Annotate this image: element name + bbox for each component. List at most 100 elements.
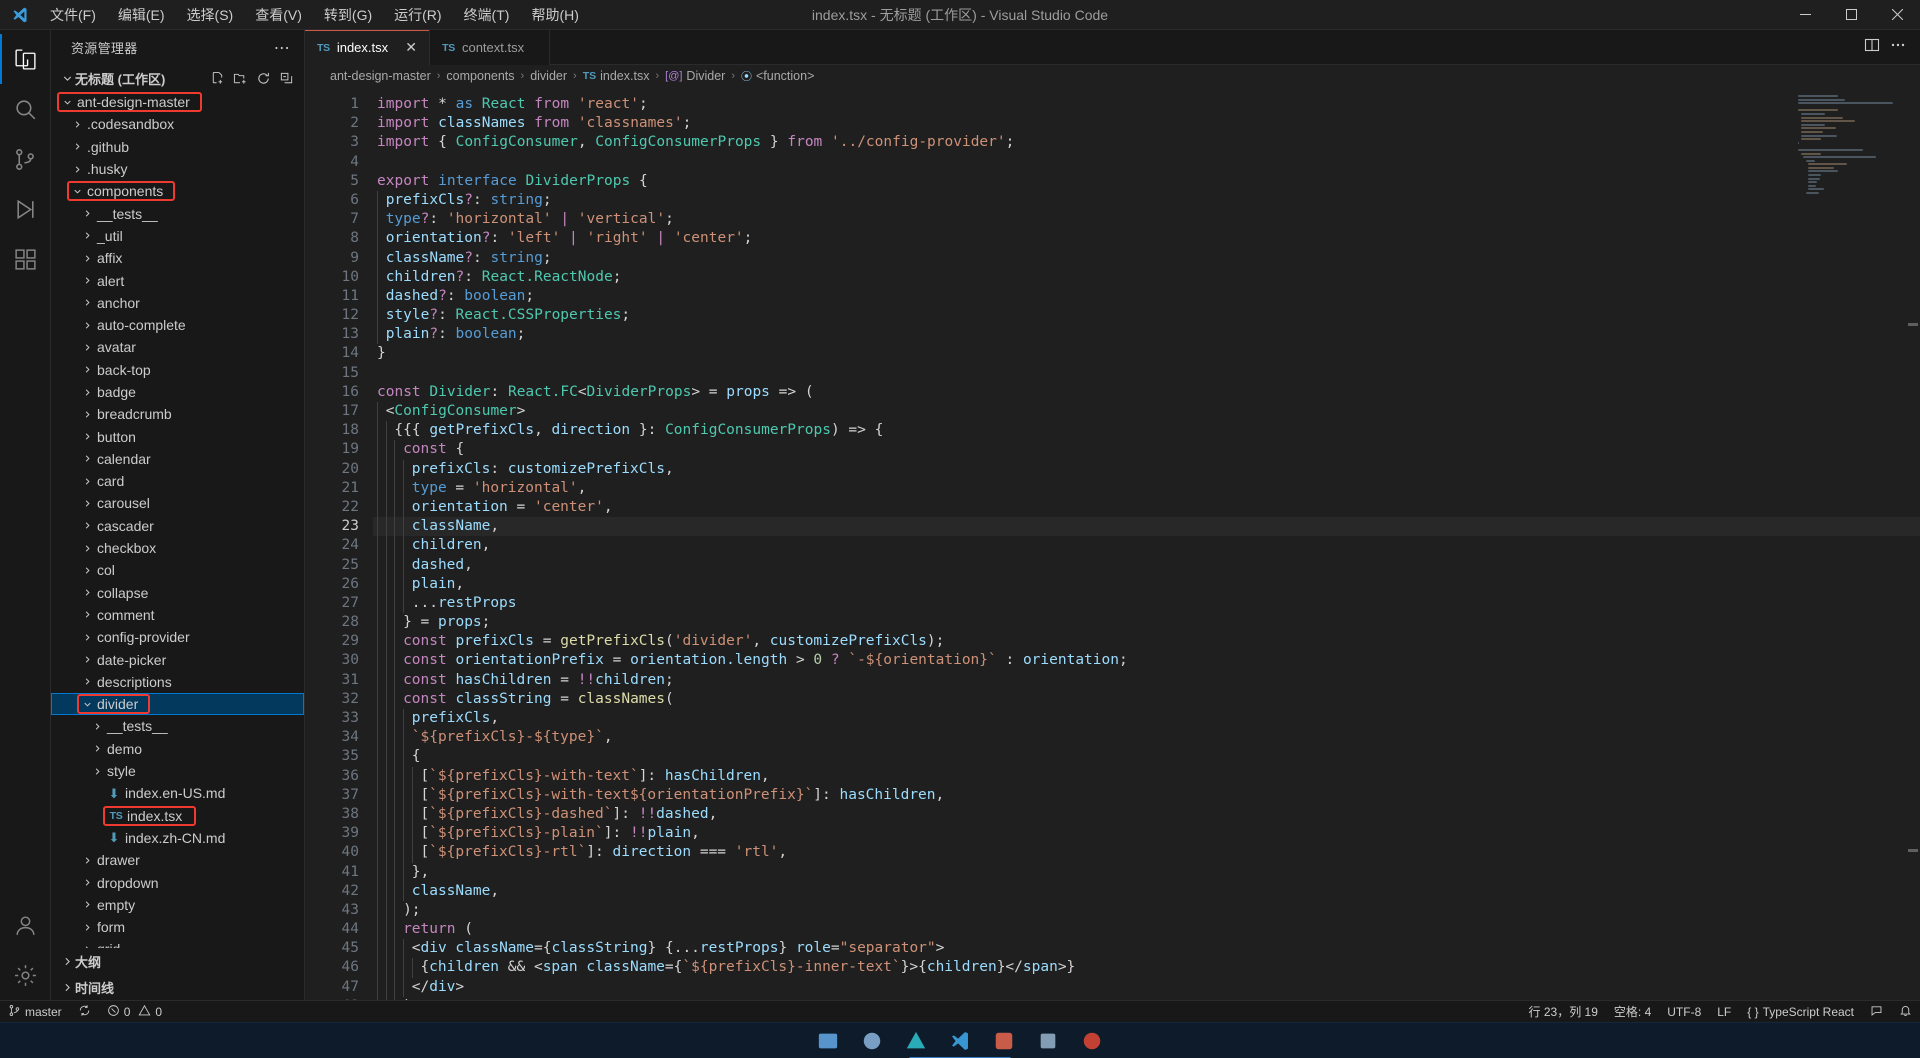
- chevron-right-icon[interactable]: [79, 632, 95, 643]
- breadcrumb-item-symbol-divider[interactable]: [@] Divider: [665, 69, 725, 83]
- tree-item-collapse[interactable]: collapse: [51, 582, 304, 604]
- chevron-right-icon[interactable]: [69, 141, 85, 152]
- tree-item--util[interactable]: _util: [51, 225, 304, 247]
- settings-gear-icon[interactable]: [0, 950, 51, 1000]
- menu-selection[interactable]: 选择(S): [177, 1, 244, 29]
- taskbar-app-icon[interactable]: [905, 1030, 927, 1052]
- code-line[interactable]: const orientationPrefix = orientation.le…: [373, 651, 1920, 670]
- minimize-button[interactable]: [1782, 0, 1828, 30]
- chevron-right-icon[interactable]: [79, 387, 95, 398]
- chevron-right-icon[interactable]: [79, 230, 95, 241]
- chevron-right-icon[interactable]: [79, 208, 95, 219]
- code-line[interactable]: [373, 153, 1920, 172]
- code-line[interactable]: plain?: boolean;: [373, 325, 1920, 344]
- code-line[interactable]: children?: React.ReactNode;: [373, 268, 1920, 287]
- tree-item-index-zh-cn-md[interactable]: ⬇index.zh-CN.md: [51, 827, 304, 849]
- chevron-right-icon[interactable]: [79, 877, 95, 888]
- breadcrumb-item-symbol-function[interactable]: ⦿ <function>: [741, 68, 814, 84]
- tree-item--github[interactable]: .github: [51, 136, 304, 158]
- tree-item-empty[interactable]: empty: [51, 894, 304, 916]
- status-indentation[interactable]: 空格: 4: [1606, 1001, 1659, 1023]
- chevron-right-icon[interactable]: [89, 766, 105, 777]
- code-line[interactable]: [`${prefixCls}-dashed`]: !!dashed,: [373, 805, 1920, 824]
- status-eol[interactable]: LF: [1709, 1001, 1739, 1023]
- close-icon[interactable]: ✕: [403, 39, 419, 56]
- menu-edit[interactable]: 编辑(E): [108, 1, 175, 29]
- tree-item-cascader[interactable]: cascader: [51, 515, 304, 537]
- code-editor[interactable]: 1234567891011121314151617181920212223242…: [305, 87, 1920, 1000]
- tree-item-carousel[interactable]: carousel: [51, 492, 304, 514]
- code-line[interactable]: const hasChildren = !!children;: [373, 671, 1920, 690]
- source-control-icon[interactable]: [0, 134, 51, 184]
- code-line[interactable]: <div className={classString} {...restPro…: [373, 939, 1920, 958]
- code-line[interactable]: plain,: [373, 575, 1920, 594]
- code-line[interactable]: }: [373, 344, 1920, 363]
- code-line[interactable]: `${prefixCls}-${type}`,: [373, 728, 1920, 747]
- tree-item-affix[interactable]: affix: [51, 247, 304, 269]
- code-line[interactable]: const {: [373, 440, 1920, 459]
- outline-section-header[interactable]: 大纲: [51, 948, 304, 974]
- chevron-right-icon[interactable]: [69, 119, 85, 130]
- taskbar-app-icon[interactable]: [1081, 1030, 1103, 1052]
- tab-index-tsx[interactable]: TS index.tsx ✕: [305, 30, 430, 65]
- tree-item-calendar[interactable]: calendar: [51, 448, 304, 470]
- tree-item-descriptions[interactable]: descriptions: [51, 671, 304, 693]
- tree-item-style[interactable]: style: [51, 760, 304, 782]
- code-line[interactable]: orientation = 'center',: [373, 498, 1920, 517]
- tree-item-breadcrumb[interactable]: breadcrumb: [51, 403, 304, 425]
- status-encoding[interactable]: UTF-8: [1659, 1001, 1709, 1023]
- status-branch[interactable]: master: [0, 1001, 70, 1023]
- tree-item-avatar[interactable]: avatar: [51, 336, 304, 358]
- tree-item-dropdown[interactable]: dropdown: [51, 871, 304, 893]
- search-icon[interactable]: [0, 84, 51, 134]
- chevron-right-icon[interactable]: [79, 342, 95, 353]
- tree-item-anchor[interactable]: anchor: [51, 292, 304, 314]
- chevron-right-icon[interactable]: [79, 498, 95, 509]
- code-line[interactable]: {{{ getPrefixCls, direction }: ConfigCon…: [373, 421, 1920, 440]
- extensions-icon[interactable]: [0, 234, 51, 284]
- tree-item-alert[interactable]: alert: [51, 269, 304, 291]
- menu-bar[interactable]: 文件(F) 编辑(E) 选择(S) 查看(V) 转到(G) 运行(R) 终端(T…: [40, 1, 589, 29]
- tree-item-index-tsx[interactable]: TSindex.tsx: [51, 805, 304, 827]
- breadcrumb-item-components[interactable]: components: [446, 69, 514, 83]
- code-line[interactable]: [`${prefixCls}-rtl`]: direction === 'rtl…: [373, 843, 1920, 862]
- chevron-right-icon[interactable]: [79, 609, 95, 620]
- tree-item--husky[interactable]: .husky: [51, 158, 304, 180]
- code-line[interactable]: [373, 364, 1920, 383]
- account-icon[interactable]: [0, 900, 51, 950]
- code-line[interactable]: [`${prefixCls}-with-text${orientationPre…: [373, 786, 1920, 805]
- collapse-all-icon[interactable]: [276, 68, 296, 88]
- explorer-icon[interactable]: [0, 34, 51, 84]
- code-line[interactable]: [`${prefixCls}-plain`]: !!plain,: [373, 824, 1920, 843]
- breadcrumb-item-file[interactable]: TS index.tsx: [583, 69, 650, 83]
- chevron-right-icon[interactable]: [79, 453, 95, 464]
- code-line[interactable]: },: [373, 863, 1920, 882]
- code-line[interactable]: <ConfigConsumer>: [373, 402, 1920, 421]
- close-button[interactable]: [1874, 0, 1920, 30]
- new-folder-icon[interactable]: [230, 68, 250, 88]
- chevron-right-icon[interactable]: [89, 743, 105, 754]
- breadcrumb-item-divider[interactable]: divider: [530, 69, 567, 83]
- code-line[interactable]: {: [373, 747, 1920, 766]
- tree-item-checkbox[interactable]: checkbox: [51, 537, 304, 559]
- chevron-right-icon[interactable]: [79, 320, 95, 331]
- tree-item-button[interactable]: button: [51, 425, 304, 447]
- code-line[interactable]: type = 'horizontal',: [373, 479, 1920, 498]
- taskbar-app-icon[interactable]: [817, 1030, 839, 1052]
- tree-item--codesandbox[interactable]: .codesandbox: [51, 113, 304, 135]
- tree-item-demo[interactable]: demo: [51, 738, 304, 760]
- code-line[interactable]: import { ConfigConsumer, ConfigConsumerP…: [373, 133, 1920, 152]
- code-line[interactable]: prefixCls?: string;: [373, 191, 1920, 210]
- tree-item-drawer[interactable]: drawer: [51, 849, 304, 871]
- tree-item--tests-[interactable]: __tests__: [51, 202, 304, 224]
- chevron-right-icon[interactable]: [79, 899, 95, 910]
- code-line[interactable]: );: [373, 901, 1920, 920]
- editor-tabs[interactable]: TS index.tsx ✕ TS context.tsx: [305, 30, 1920, 65]
- code-line[interactable]: orientation?: 'left' | 'right' | 'center…: [373, 229, 1920, 248]
- chevron-right-icon[interactable]: [79, 944, 95, 948]
- tree-item-grid[interactable]: grid: [51, 938, 304, 948]
- code-line[interactable]: dashed,: [373, 556, 1920, 575]
- code-line[interactable]: } = props;: [373, 613, 1920, 632]
- code-line[interactable]: style?: React.CSSProperties;: [373, 306, 1920, 325]
- code-line[interactable]: prefixCls: customizePrefixCls,: [373, 460, 1920, 479]
